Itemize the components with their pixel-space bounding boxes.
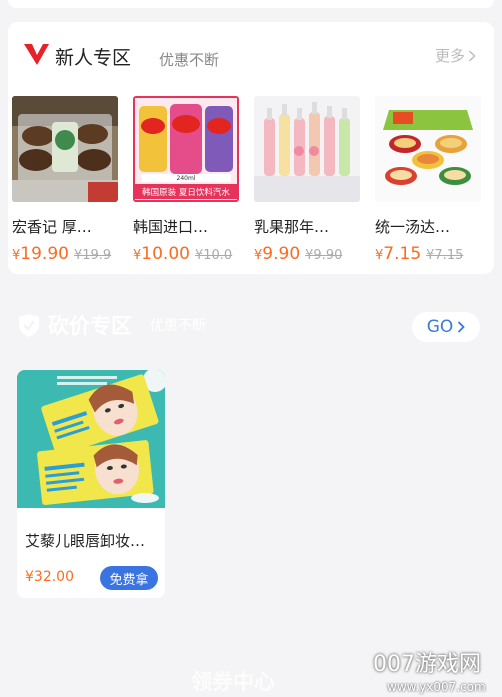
bargain-product-card[interactable]: 艾藜儿眼唇卸妆… ¥32.00 免费拿 <box>17 370 165 598</box>
newbie-section: 新人专区 优惠不断 更多 宏香记 厚… ¥19.90 ¥19.9 240ml 韩… <box>8 22 494 274</box>
newbie-section-subtitle: 优惠不断 <box>159 51 220 69</box>
product-name: 乳果那年… <box>254 218 330 236</box>
product-price: ¥7.15 <box>375 244 422 264</box>
watermark-url: www.yx007.com <box>387 680 486 694</box>
product-price: ¥19.90 <box>12 244 69 264</box>
product-card[interactable]: 统一汤达… ¥7.15 ¥7.15 <box>375 96 481 264</box>
product-price: ¥10.00 <box>133 244 190 264</box>
image-caption: 韩国原装 夏日饮料汽水 <box>142 187 230 198</box>
product-name: 统一汤达… <box>375 218 451 236</box>
free-get-button[interactable]: 免费拿 <box>100 566 158 590</box>
more-link[interactable]: 更多 <box>435 45 476 66</box>
go-button[interactable]: GO <box>412 312 480 342</box>
product-name: 宏香记 厚… <box>12 218 92 236</box>
product-original-price: ¥7.15 <box>426 248 464 263</box>
bargain-section-title: 砍价专区 <box>48 314 132 338</box>
product-price: ¥9.90 <box>254 244 301 264</box>
shield-icon <box>19 314 39 337</box>
product-image <box>254 96 360 202</box>
product-original-price: ¥19.9 <box>73 248 112 263</box>
bargain-section-header: 砍价专区 优惠不断 <box>16 310 206 340</box>
watermark: 007游戏网 www.yx007.com <box>373 646 486 694</box>
product-card[interactable]: 240ml 韩国原装 夏日饮料汽水 韩国进口… ¥10.00 ¥10.0 <box>133 96 239 264</box>
more-label: 更多 <box>434 47 465 65</box>
bargain-product-image <box>17 370 165 508</box>
product-prices: ¥10.00 ¥10.0 <box>133 244 239 264</box>
watermark-brand: 007游戏网 <box>373 652 481 677</box>
chevron-right-icon <box>458 321 466 333</box>
product-image: 240ml 韩国原装 夏日饮料汽水 <box>133 96 239 202</box>
brand-v-icon <box>24 44 49 65</box>
image-badge: 240ml <box>177 175 196 182</box>
product-image <box>12 96 118 202</box>
bargain-product-name: 艾藜儿眼唇卸妆… <box>25 532 146 550</box>
product-name: 韩国进口… <box>133 218 209 236</box>
coupon-center-label[interactable]: 领券中心 <box>191 666 275 696</box>
product-image <box>375 96 481 202</box>
top-card-edge <box>8 0 494 8</box>
product-original-price: ¥10.0 <box>194 248 233 263</box>
go-label: GO <box>426 317 454 337</box>
product-prices: ¥9.90 ¥9.90 <box>254 244 360 264</box>
bargain-product-price: ¥32.00 <box>25 569 74 585</box>
bargain-section-subtitle: 优惠不断 <box>150 318 206 334</box>
newbie-section-title: 新人专区 <box>55 47 132 69</box>
product-card[interactable]: 宏香记 厚… ¥19.90 ¥19.9 <box>12 96 118 264</box>
product-card[interactable]: 乳果那年… ¥9.90 ¥9.90 <box>254 96 360 264</box>
product-prices: ¥19.90 ¥19.9 <box>12 244 118 264</box>
product-prices: ¥7.15 ¥7.15 <box>375 244 481 264</box>
product-original-price: ¥9.90 <box>305 248 343 263</box>
chevron-right-icon <box>469 50 476 61</box>
